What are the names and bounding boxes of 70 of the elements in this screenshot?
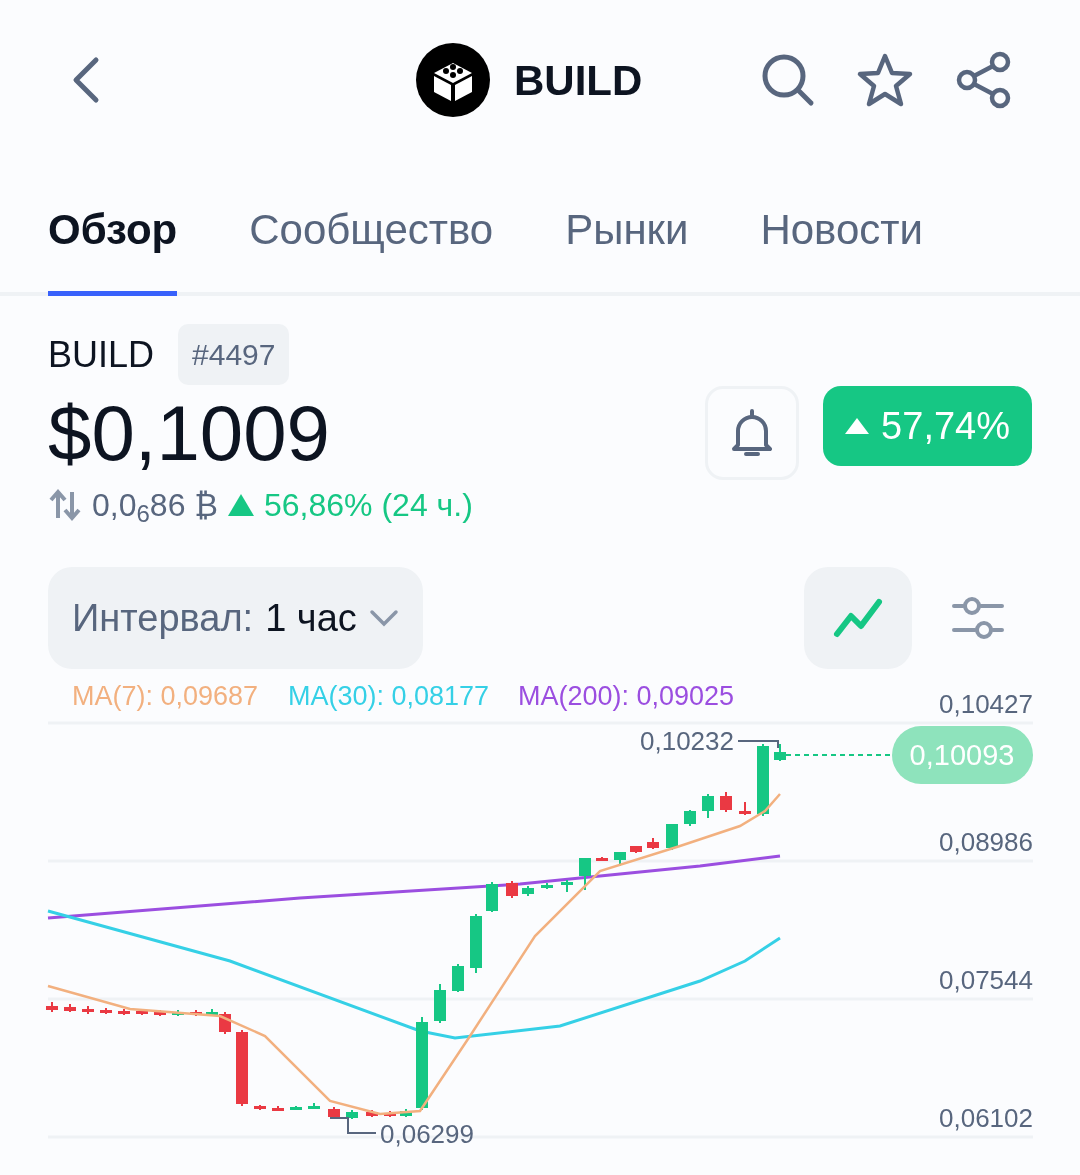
candlestick	[486, 881, 498, 913]
candlestick	[739, 801, 751, 816]
candlestick	[290, 1105, 302, 1111]
coin-title: BUILD	[514, 55, 643, 106]
candlestick	[172, 1009, 184, 1017]
candlestick	[100, 1007, 112, 1015]
up-triangle-icon	[845, 418, 870, 434]
alert-bell-button[interactable]	[705, 386, 800, 480]
tab[interactable]: Новости	[760, 198, 923, 296]
candlestick	[452, 963, 464, 993]
up-triangle-icon	[228, 494, 254, 516]
candlestick	[666, 823, 678, 851]
candlestick	[118, 1008, 130, 1016]
candlestick	[561, 879, 573, 893]
search-icon[interactable]	[760, 52, 816, 108]
candlestick	[614, 851, 626, 867]
candlestick	[400, 1108, 412, 1118]
btc-price: 0,0$_{6}$86 ₿	[92, 486, 218, 529]
candlestick	[506, 880, 518, 899]
high-price-label: 0,10232	[640, 726, 734, 756]
candlestick	[46, 1001, 58, 1013]
candlestick	[136, 1008, 148, 1016]
candlestick	[366, 1109, 378, 1118]
candlestick	[596, 856, 608, 862]
price: $0,1009	[48, 388, 331, 479]
candlestick	[579, 857, 591, 891]
candlestick	[702, 793, 714, 819]
moving-average-legend: MA(200): 0,09025	[518, 681, 735, 711]
interval-dropdown[interactable]: Интервал: 1 час	[48, 567, 423, 669]
candlestick	[522, 885, 534, 897]
low-price-label: 0,06299	[380, 1119, 474, 1149]
candlestick	[541, 882, 553, 890]
candlestick	[384, 1110, 396, 1118]
change-percent: 57,74%	[881, 403, 1010, 449]
candlestick	[684, 809, 696, 827]
moving-average-legend: MA(7): 0,09687	[72, 681, 259, 711]
high-leader-line	[737, 740, 779, 749]
settings-sliders-icon[interactable]	[950, 594, 1006, 642]
y-axis-label: 0,07544	[939, 965, 1033, 995]
rank-badge: #4497	[178, 324, 290, 385]
moving-average-legend: MA(30): 0,08177	[288, 681, 490, 711]
chevron-down-icon	[368, 609, 399, 627]
y-axis-label: 0,08986	[939, 827, 1033, 857]
star-icon[interactable]	[856, 52, 914, 108]
candlestick	[64, 1003, 76, 1013]
cube-logo-icon	[416, 43, 490, 117]
candlestick	[470, 913, 482, 974]
candlestick	[630, 845, 642, 854]
candlestick	[434, 983, 446, 1024]
y-axis-label: 0,06102	[939, 1103, 1033, 1133]
candlestick	[774, 743, 786, 762]
candlestick	[272, 1105, 284, 1112]
coin-symbol: BUILD	[48, 332, 155, 377]
change-24h: 56,86% (24 ч.)	[264, 486, 473, 525]
tab[interactable]: Сообщество	[249, 198, 494, 296]
swap-arrows-icon	[48, 488, 82, 522]
candlestick	[308, 1102, 320, 1110]
candlestick	[647, 837, 659, 850]
candlestick	[190, 1009, 202, 1017]
tab[interactable]: Обзор	[48, 198, 178, 296]
y-axis-label: 0,10427	[939, 689, 1033, 719]
candlestick	[154, 1009, 166, 1017]
candlestick	[328, 1106, 340, 1119]
current-price-label: 0,10093	[909, 739, 1015, 771]
low-leader-line	[329, 1117, 377, 1134]
candlestick	[346, 1109, 358, 1120]
candlestick	[82, 1005, 94, 1015]
line-chart-icon	[833, 596, 883, 640]
tab[interactable]: Рынки	[565, 198, 689, 296]
candlestick	[720, 791, 732, 813]
